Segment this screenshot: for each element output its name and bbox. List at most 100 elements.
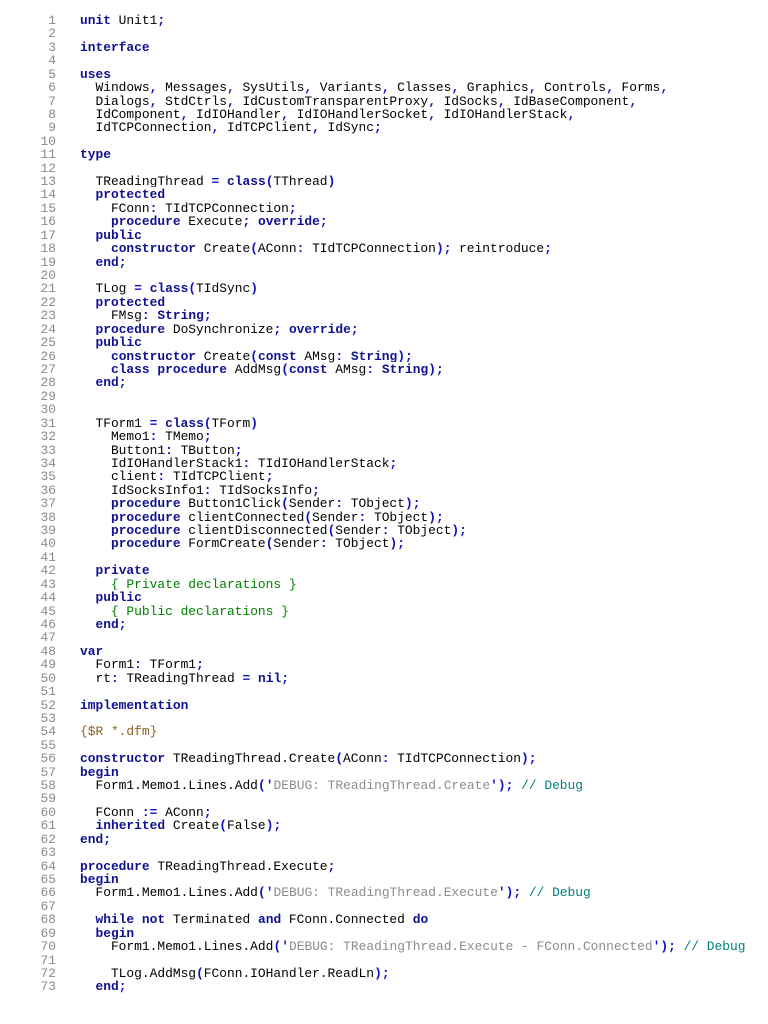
line-number: 11 <box>40 147 56 163</box>
code-line: 32 Memo1: TMemo; Memo1: TMemo; <box>0 429 768 445</box>
line-number: 24 <box>40 321 56 337</box>
line-number: 33 <box>40 442 56 458</box>
code-line: 7 Dialogs, StdCtrls, IdCustomTransparent… <box>0 93 768 109</box>
code-line: 52 implementation implementation <box>0 697 768 713</box>
code-text: interface <box>80 39 150 55</box>
code-line: 66 Form1.Memo1.Lines.Add('DEBUG: TReadin… <box>0 885 768 901</box>
code-line: 10 <box>0 134 768 148</box>
line-number: 29 <box>40 388 56 404</box>
line-number: 39 <box>40 523 56 539</box>
code-text: end; <box>80 831 111 847</box>
line-number: 45 <box>40 603 56 619</box>
code-text: constructor Create(const AMsg: String); <box>80 348 413 364</box>
line-number: 58 <box>40 778 56 794</box>
code-text: FConn := AConn; <box>80 804 212 820</box>
code-text: public <box>80 335 142 351</box>
code-text: rt: TReadingThread = nil; <box>80 670 289 686</box>
code-text: FMsg: String; <box>80 308 212 324</box>
line-number: 23 <box>40 308 56 324</box>
code-line: 65 begin begin <box>0 872 768 887</box>
line-number: 37 <box>40 496 56 512</box>
code-text: Button1: TButton; <box>80 442 243 458</box>
line-number: 34 <box>40 455 56 471</box>
code-line: 37 procedure Button1Click(Sender: TObjec… <box>0 496 768 512</box>
code-text: end; <box>80 616 127 632</box>
line-number: 1 <box>48 13 56 28</box>
code-line: 72 TLog.AddMsg(FConn.IOHandler.ReadLn); … <box>0 965 768 981</box>
code-line: 9 IdTCPConnection, IdTCPClient, IdSync; … <box>0 120 768 136</box>
line-number: 60 <box>40 804 56 820</box>
code-text: end; <box>80 979 127 995</box>
code-line: 49 Form1: TForm1; Form1: TForm1; <box>0 657 768 673</box>
code-line: 40 procedure FormCreate(Sender: TObject)… <box>0 536 768 552</box>
line-number: 61 <box>40 818 56 834</box>
line-number: 44 <box>40 590 56 606</box>
code-line: 43 { Private declarations } { Private de… <box>0 576 768 592</box>
code-line: 19 end; end; <box>0 254 768 270</box>
code-text: var <box>80 643 104 659</box>
code-text: end; <box>80 375 127 391</box>
code-text: TLog = class(TIdSync) <box>80 281 258 297</box>
code-text: Form1.Memo1.Lines.Add('DEBUG: TReadingTh… <box>80 939 746 955</box>
line-number: 20 <box>40 268 56 284</box>
code-text: Form1.Memo1.Lines.Add('DEBUG: TReadingTh… <box>80 778 583 794</box>
line-number: 55 <box>40 737 56 753</box>
code-line: 51 <box>0 684 768 700</box>
code-text: IdIOHandlerStack1: TIdIOHandlerStack; <box>80 455 398 471</box>
code-line: 30 <box>0 402 768 418</box>
code-line: 16 procedure Execute; override; procedur… <box>0 214 768 230</box>
line-number: 38 <box>40 509 56 525</box>
code-line: 4 <box>0 53 768 69</box>
code-line: 45 { Public declarations } { Public decl… <box>0 603 768 619</box>
code-text: implementation <box>80 697 189 713</box>
line-number: 49 <box>40 657 56 673</box>
code-line: 67 <box>0 899 768 913</box>
line-number: 27 <box>40 361 56 377</box>
line-number: 30 <box>40 402 56 418</box>
line-number: 53 <box>40 710 56 726</box>
code-text: type <box>80 147 111 163</box>
line-number: 52 <box>40 697 56 713</box>
code-line: 31 TForm1 = class(TForm) TForm1 = class(… <box>0 415 768 431</box>
code-line: 13 TReadingThread = class(TThread) TRead… <box>0 174 768 190</box>
code-line: 24 procedure DoSynchronize; override; pr… <box>0 321 768 337</box>
code-line: 47 <box>0 631 768 645</box>
code-line: 33 Button1: TButton; Button1: TButton; <box>0 442 768 458</box>
line-number: 63 <box>40 845 56 861</box>
line-number: 25 <box>40 335 56 351</box>
line-number: 17 <box>40 227 56 243</box>
code-text: Windows, Messages, SysUtils, Variants, C… <box>80 80 668 96</box>
code-text: protected <box>80 187 166 203</box>
code-text: TReadingThread = class(TThread) <box>80 174 336 190</box>
line-number: 3 <box>48 39 56 55</box>
line-number: 22 <box>40 294 56 310</box>
code-line: 68 while not Terminated and FConn.Connec… <box>0 912 768 928</box>
line-number: 4 <box>48 53 56 69</box>
line-number: 68 <box>40 912 56 928</box>
line-number: 16 <box>40 214 56 230</box>
code-text: procedure TReadingThread.Execute; <box>80 858 336 874</box>
code-text: unit Unit1; <box>80 13 166 28</box>
code-line: 1unit Unit1;unit Unit1; <box>0 13 768 28</box>
line-number: 71 <box>40 952 56 968</box>
code-text: client: TIdTCPClient; <box>80 469 274 485</box>
code-line: 39 procedure clientDisconnected(Sender: … <box>0 523 768 539</box>
code-line: 73 end; end; <box>0 979 768 995</box>
line-number: 42 <box>40 563 56 579</box>
code-line: 25 public public <box>0 335 768 351</box>
code-line: 59 <box>0 791 768 807</box>
code-text: constructor Create(AConn: TIdTCPConnecti… <box>80 241 552 257</box>
code-text: procedure DoSynchronize; override; <box>80 321 359 337</box>
code-text: { Private declarations } <box>80 576 297 592</box>
code-text: inherited Create(False); <box>80 818 282 834</box>
code-text: procedure clientDisconnected(Sender: TOb… <box>80 523 467 539</box>
line-number: 64 <box>40 858 56 874</box>
line-number: 65 <box>40 872 56 887</box>
code-text: { Public declarations } <box>80 603 289 619</box>
line-number: 59 <box>40 791 56 807</box>
code-line: 64 procedure TReadingThread.Execute; proce… <box>0 858 768 874</box>
line-number: 72 <box>40 965 56 981</box>
code-line: 41 <box>0 550 768 564</box>
line-number: 8 <box>48 106 56 122</box>
line-number: 51 <box>40 684 56 700</box>
